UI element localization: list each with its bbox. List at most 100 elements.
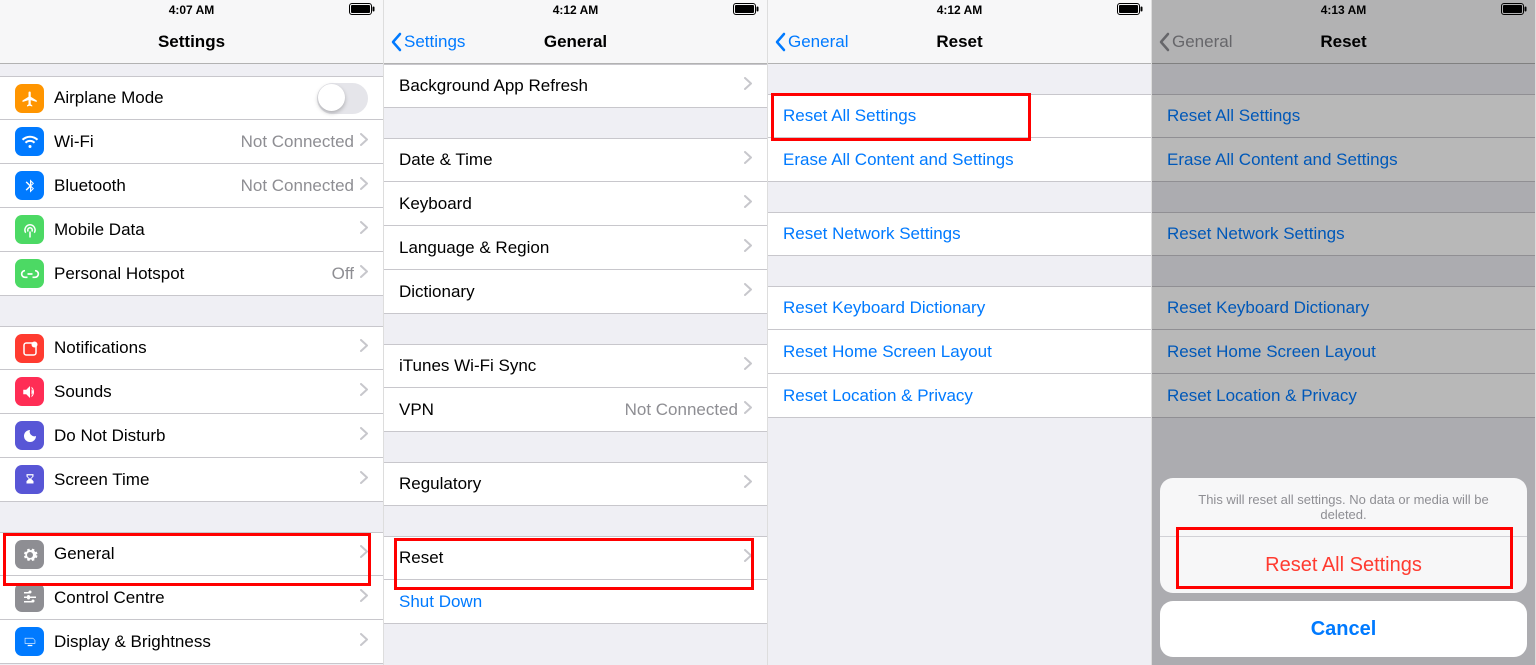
row-display-brightness[interactable]: Display & Brightness [0, 620, 383, 664]
status-time: 4:12 AM [553, 3, 599, 17]
status-time: 4:07 AM [169, 3, 215, 17]
row-label: Reset Keyboard Dictionary [1167, 298, 1520, 318]
row-reset-keyboard-dictionary: Reset Keyboard Dictionary [1152, 286, 1535, 330]
chevron-icon [744, 151, 752, 169]
nav-title: General [544, 32, 607, 52]
row-language-region[interactable]: Language & Region [384, 226, 767, 270]
row-label: Shut Down [399, 592, 752, 612]
row-erase-all-content: Erase All Content and Settings [1152, 138, 1535, 182]
row-label: iTunes Wi-Fi Sync [399, 356, 744, 376]
row-vpn[interactable]: VPN Not Connected [384, 388, 767, 432]
hotspot-icon [15, 259, 44, 288]
chevron-icon [360, 471, 368, 489]
row-reset-all-settings[interactable]: Reset All Settings [768, 94, 1151, 138]
airplane-toggle[interactable] [317, 83, 368, 114]
row-label: General [54, 544, 360, 564]
row-label: Reset All Settings [783, 106, 1136, 126]
row-mobile-data[interactable]: Mobile Data [0, 208, 383, 252]
row-reset-keyboard-dictionary[interactable]: Reset Keyboard Dictionary [768, 286, 1151, 330]
row-regulatory[interactable]: Regulatory [384, 462, 767, 506]
row-label: Reset Location & Privacy [783, 386, 1136, 406]
nav-bar: Settings General [384, 20, 767, 64]
chevron-icon [744, 475, 752, 493]
row-label: Reset Home Screen Layout [1167, 342, 1520, 362]
chevron-icon [744, 77, 752, 95]
row-personal-hotspot[interactable]: Personal Hotspot Off [0, 252, 383, 296]
general-content[interactable]: Background App Refresh Date & Time Keybo… [384, 64, 767, 665]
sounds-icon [15, 377, 44, 406]
chevron-icon [360, 177, 368, 195]
row-reset[interactable]: Reset [384, 536, 767, 580]
chevron-icon [360, 589, 368, 607]
back-chevron-icon [774, 32, 786, 52]
action-label: Reset All Settings [1265, 554, 1422, 577]
row-label: Erase All Content and Settings [1167, 150, 1520, 170]
back-button[interactable]: Settings [390, 20, 465, 64]
status-bar: 4:07 AM [0, 0, 383, 20]
wifi-icon [15, 127, 44, 156]
airplane-icon [15, 84, 44, 113]
row-date-time[interactable]: Date & Time [384, 138, 767, 182]
row-label: Reset Network Settings [783, 224, 1136, 244]
nav-bar: Settings [0, 20, 383, 64]
row-sounds[interactable]: Sounds [0, 370, 383, 414]
chevron-icon [360, 633, 368, 651]
nav-title: Reset [936, 32, 982, 52]
row-wifi[interactable]: Wi-Fi Not Connected [0, 120, 383, 164]
row-background-app-refresh[interactable]: Background App Refresh [384, 64, 767, 108]
row-screen-time[interactable]: Screen Time [0, 458, 383, 502]
row-value: Not Connected [241, 132, 354, 152]
reset-content[interactable]: Reset All Settings Erase All Content and… [768, 64, 1151, 665]
row-reset-location-privacy: Reset Location & Privacy [1152, 374, 1535, 418]
row-general[interactable]: General [0, 532, 383, 576]
nav-title: Settings [158, 32, 225, 52]
row-label: Bluetooth [54, 176, 241, 196]
battery-icon [349, 3, 375, 15]
chevron-icon [744, 283, 752, 301]
row-notifications[interactable]: Notifications [0, 326, 383, 370]
back-button[interactable]: General [774, 20, 848, 64]
action-cancel[interactable]: Cancel [1160, 601, 1527, 657]
row-dictionary[interactable]: Dictionary [384, 270, 767, 314]
chevron-icon [360, 339, 368, 357]
row-value: Off [332, 264, 354, 284]
row-reset-home-screen-layout[interactable]: Reset Home Screen Layout [768, 330, 1151, 374]
row-erase-all-content[interactable]: Erase All Content and Settings [768, 138, 1151, 182]
row-label: Notifications [54, 338, 360, 358]
row-label: Sounds [54, 382, 360, 402]
row-label: Regulatory [399, 474, 744, 494]
status-bar: 4:13 AM [1152, 0, 1535, 20]
row-label: Display & Brightness [54, 632, 360, 652]
chevron-icon [360, 265, 368, 283]
row-control-centre[interactable]: Control Centre [0, 576, 383, 620]
sliders-icon [15, 583, 44, 612]
chevron-icon [360, 383, 368, 401]
cancel-label: Cancel [1311, 618, 1377, 641]
row-label: Do Not Disturb [54, 426, 360, 446]
row-label: Screen Time [54, 470, 360, 490]
row-reset-network-settings[interactable]: Reset Network Settings [768, 212, 1151, 256]
status-time: 4:12 AM [937, 3, 983, 17]
row-bluetooth[interactable]: Bluetooth Not Connected [0, 164, 383, 208]
row-keyboard[interactable]: Keyboard [384, 182, 767, 226]
chevron-icon [744, 549, 752, 567]
row-shut-down[interactable]: Shut Down [384, 580, 767, 624]
row-label: Dictionary [399, 282, 744, 302]
antenna-icon [15, 215, 44, 244]
nav-bar: General Reset [768, 20, 1151, 64]
row-label: Control Centre [54, 588, 360, 608]
display-icon [15, 627, 44, 656]
status-bar: 4:12 AM [768, 0, 1151, 20]
row-label: Reset Network Settings [1167, 224, 1520, 244]
row-label: Language & Region [399, 238, 744, 258]
battery-icon [1117, 3, 1143, 15]
row-value: Not Connected [241, 176, 354, 196]
row-label: Mobile Data [54, 220, 360, 240]
settings-content[interactable]: Airplane Mode Wi-Fi Not Connected Blueto… [0, 64, 383, 665]
action-reset-all-settings[interactable]: Reset All Settings [1160, 537, 1527, 593]
row-reset-location-privacy[interactable]: Reset Location & Privacy [768, 374, 1151, 418]
gear-icon [15, 540, 44, 569]
row-itunes-wifi-sync[interactable]: iTunes Wi-Fi Sync [384, 344, 767, 388]
row-airplane-mode[interactable]: Airplane Mode [0, 76, 383, 120]
row-do-not-disturb[interactable]: Do Not Disturb [0, 414, 383, 458]
